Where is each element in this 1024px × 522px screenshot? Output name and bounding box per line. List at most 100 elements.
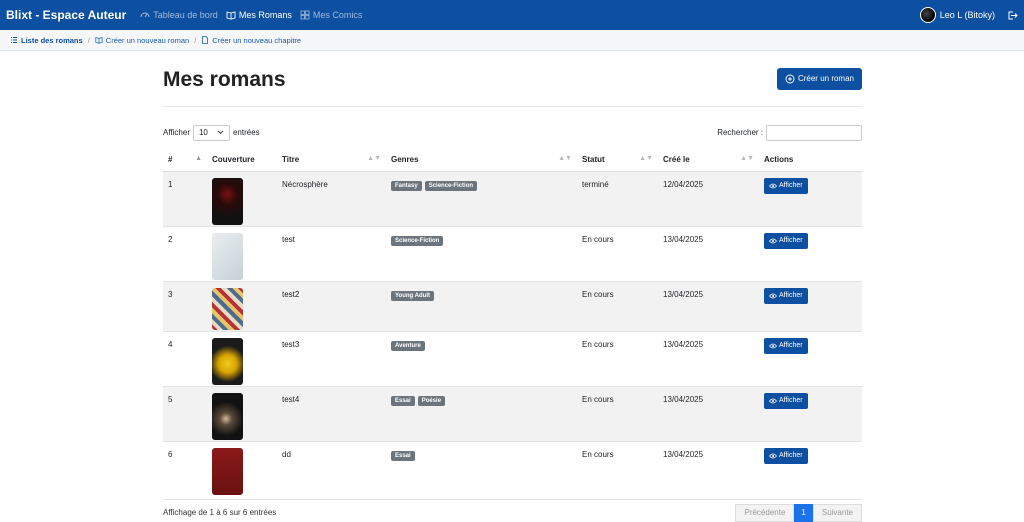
view-button[interactable]: Afficher xyxy=(764,447,808,464)
top-navbar: Blixt - Espace Auteur Tableau de bord Me… xyxy=(0,0,1024,30)
book-icon xyxy=(226,11,236,20)
row-title: dd xyxy=(277,441,386,500)
table-row: 2 test Science-Fiction En cours 13/04/20… xyxy=(163,226,862,282)
cover-image xyxy=(212,392,243,440)
breadcrumb-separator: / xyxy=(87,35,90,45)
cover-cell xyxy=(207,386,277,442)
column-header-number[interactable]: # ▲ xyxy=(163,148,207,172)
pagination-next[interactable]: Suivante xyxy=(812,503,862,522)
show-label: Afficher xyxy=(163,128,190,137)
sort-icon: ▲▼ xyxy=(367,155,381,162)
column-header-status[interactable]: Statut ▲▼ xyxy=(577,148,658,172)
row-status: En cours xyxy=(577,441,658,500)
sort-asc-icon: ▲ xyxy=(195,155,202,162)
row-title: test4 xyxy=(277,386,386,442)
genres-cell: Fantasy Science-Fiction xyxy=(386,171,577,227)
pagination-page-current[interactable]: 1 xyxy=(794,503,813,522)
breadcrumb-label: Liste des romans xyxy=(21,35,83,45)
row-status: En cours xyxy=(577,386,658,442)
eye-icon xyxy=(769,293,777,298)
genre-badge: Aventure xyxy=(391,340,425,351)
view-button[interactable]: Afficher xyxy=(764,232,808,249)
row-title: test xyxy=(277,226,386,282)
table-row: 5 test4 Essai Poésie En cours 13/04/2025 … xyxy=(163,386,862,442)
breadcrumb-label: Créer un nouveau chapitre xyxy=(212,35,302,45)
actions-cell: Afficher xyxy=(759,226,862,282)
nav-item-label: Mes Romans xyxy=(238,10,292,20)
avatar[interactable] xyxy=(919,7,936,23)
table-row: 3 test2 Young Adult En cours 13/04/2025 … xyxy=(163,281,862,332)
row-title: test2 xyxy=(277,281,386,332)
nav-item-comics[interactable]: Mes Comics xyxy=(300,10,362,20)
user-name[interactable]: Leo L (Bitoky) xyxy=(940,10,995,20)
view-button[interactable]: Afficher xyxy=(764,392,808,409)
create-roman-button[interactable]: Créer un roman xyxy=(776,67,862,90)
cover-image xyxy=(212,287,243,330)
nav-item-label: Tableau de bord xyxy=(153,10,218,20)
row-status: En cours xyxy=(577,331,658,387)
genres-cell: Essai Poésie xyxy=(386,386,577,442)
actions-cell: Afficher xyxy=(759,331,862,387)
pagination-prev[interactable]: Précédente xyxy=(735,503,795,522)
brand-logo[interactable]: Blixt - Espace Auteur xyxy=(6,8,126,22)
row-status: En cours xyxy=(577,281,658,332)
view-button[interactable]: Afficher xyxy=(764,287,808,304)
genre-badge: Science-Fiction xyxy=(424,180,478,191)
search-label: Rechercher : xyxy=(717,128,763,137)
table-header-row: # ▲ Couverture Titre ▲▼ Genres ▲▼ Statut ▲▼ … xyxy=(163,148,862,172)
column-header-created[interactable]: Créé le ▲▼ xyxy=(658,148,759,172)
row-number: 3 xyxy=(163,281,207,332)
breadcrumb: Liste des romans / Créer un nouveau roma… xyxy=(0,30,1024,51)
breadcrumb-new-roman[interactable]: Créer un nouveau roman xyxy=(95,36,189,45)
speedometer-icon xyxy=(140,12,150,18)
view-button[interactable]: Afficher xyxy=(764,337,808,354)
actions-cell: Afficher xyxy=(759,441,862,500)
genre-badge: Fantasy xyxy=(391,180,422,191)
table-row: 6 dd Essai En cours 13/04/2025 Afficher xyxy=(163,441,862,500)
row-created: 13/04/2025 xyxy=(658,441,759,500)
nav-item-romans[interactable]: Mes Romans xyxy=(226,10,292,20)
column-header-actions: Actions xyxy=(759,148,862,172)
column-header-title[interactable]: Titre ▲▼ xyxy=(277,148,386,172)
cover-cell xyxy=(207,331,277,387)
genre-badge: Science-Fiction xyxy=(391,235,444,246)
genres-cell: Young Adult xyxy=(386,281,577,332)
table-row: 4 test3 Aventure En cours 13/04/2025 Aff… xyxy=(163,331,862,387)
actions-cell: Afficher xyxy=(759,386,862,442)
cover-image xyxy=(212,177,243,225)
view-button[interactable]: Afficher xyxy=(764,177,808,194)
plus-circle-icon xyxy=(785,74,795,83)
row-status: En cours xyxy=(577,226,658,282)
row-created: 12/04/2025 xyxy=(658,171,759,227)
search-area: Rechercher : xyxy=(717,124,862,141)
cover-cell xyxy=(207,226,277,282)
cover-cell xyxy=(207,441,277,500)
page-length-select[interactable]: 10 xyxy=(192,124,230,141)
nav-item-dashboard[interactable]: Tableau de bord xyxy=(140,10,218,20)
cover-image xyxy=(212,447,243,495)
logout-icon[interactable] xyxy=(1007,10,1018,21)
sort-icon: ▲▼ xyxy=(558,155,572,162)
actions-cell: Afficher xyxy=(759,171,862,227)
cover-cell xyxy=(207,281,277,332)
breadcrumb-list-romans[interactable]: Liste des romans xyxy=(10,36,83,45)
entries-label: entrées xyxy=(232,128,260,137)
column-header-genres[interactable]: Genres ▲▼ xyxy=(386,148,577,172)
sort-icon: ▲▼ xyxy=(740,155,754,162)
eye-icon xyxy=(769,343,777,348)
table-row: 1 Nécrosphère Fantasy Science-Fiction ter… xyxy=(163,171,862,227)
genre-badge: Young Adult xyxy=(391,290,434,301)
eye-icon xyxy=(769,398,777,403)
page-header: Mes romans Créer un roman xyxy=(163,51,862,107)
cover-image xyxy=(212,337,243,385)
breadcrumb-separator: / xyxy=(194,35,197,45)
search-input[interactable] xyxy=(766,124,862,141)
page-length-value: 10 xyxy=(198,128,208,137)
eye-icon xyxy=(769,453,777,458)
eye-icon xyxy=(769,238,777,243)
row-status: terminé xyxy=(577,171,658,227)
row-number: 2 xyxy=(163,226,207,282)
breadcrumb-new-chapter[interactable]: Créer un nouveau chapitre xyxy=(201,36,301,45)
cover-cell xyxy=(207,171,277,227)
genre-badge: Essai xyxy=(391,395,415,406)
